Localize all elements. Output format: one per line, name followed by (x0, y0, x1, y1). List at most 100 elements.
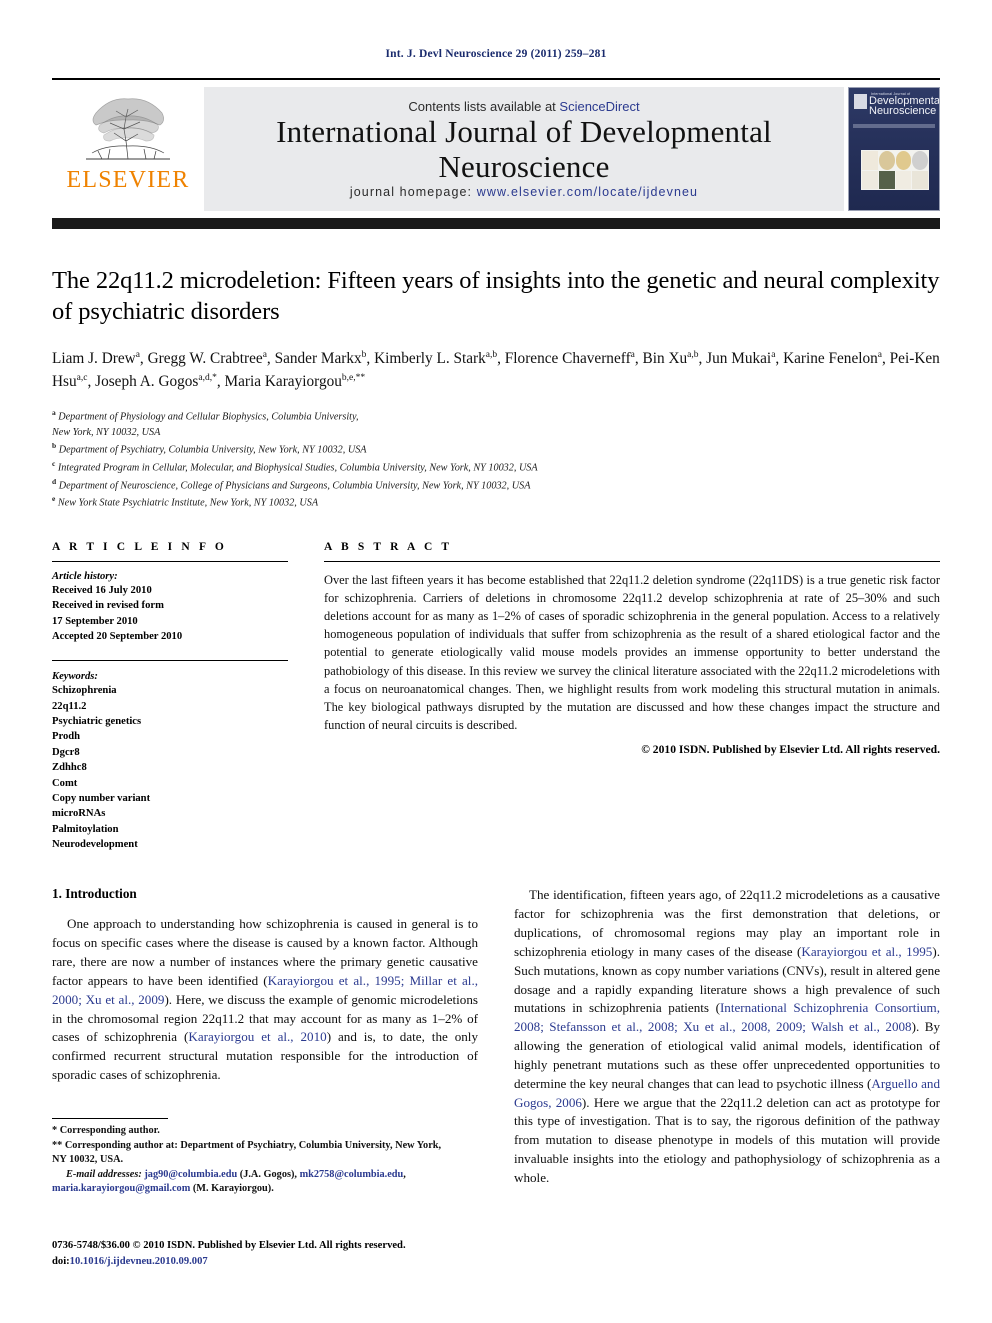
author-affiliation-marker: a (262, 349, 267, 360)
title-block: The 22q11.2 microdeletion: Fifteen years… (52, 265, 940, 393)
footnote-corresponding-author-address: ** Corresponding author at: Department o… (52, 1139, 442, 1166)
affiliation-line: d Department of Neuroscience, College of… (52, 476, 531, 491)
intro-paragraph-right: The identification, fifteen years ago, o… (514, 886, 940, 1188)
journal-masthead: ELSEVIER Contents lists available at Sci… (52, 78, 940, 211)
author-name[interactable]: Kimberly L. Stark (374, 350, 486, 367)
affiliation-line: e New York State Psychiatric Institute, … (52, 494, 319, 509)
page-title: The 22q11.2 microdeletion: Fifteen years… (52, 267, 940, 326)
author-name[interactable]: Bin Xu (643, 350, 688, 367)
author-affiliation-marker: b (361, 349, 367, 360)
author-name[interactable]: Liam J. Drew (52, 350, 136, 367)
footnote-emails: E-mail addresses: jag90@columbia.edu (J.… (52, 1168, 456, 1197)
info-abstract-row: A R T I C L E I N F O Article history: R… (52, 541, 940, 852)
abstract-heading: A B S T R A C T (324, 540, 453, 553)
intro-paragraph-left: One approach to understanding how schizo… (52, 915, 478, 1085)
journal-article-page: Int. J. Devl Neuroscience 29 (2011) 259–… (0, 0, 992, 1323)
footnote-divider (52, 1118, 168, 1119)
contents-prefix: Contents lists available at (408, 99, 560, 114)
email-link-mk2758[interactable]: mk2758@columbia.edu (300, 1169, 404, 1180)
abstract-column: A B S T R A C T Over the last fifteen ye… (324, 541, 940, 852)
affiliation-list: a Department of Physiology and Cellular … (52, 407, 940, 511)
cover-divider (853, 124, 935, 128)
author-affiliation-marker: a (877, 349, 883, 360)
email-link-karayiorgou[interactable]: maria.karayiorgou@gmail.com (52, 1183, 190, 1194)
keyword-item[interactable]: Dgcr8 (52, 745, 288, 760)
article-history-line: 17 September 2010 (52, 615, 138, 627)
author-affiliation-marker: a (135, 349, 140, 360)
doi-prefix: doi: (52, 1255, 70, 1267)
abstract-body-wrap: Over the last fifteen years it has becom… (324, 560, 940, 756)
affiliation-line: c Integrated Program in Cellular, Molecu… (52, 458, 538, 474)
article-history-block: Article history: Received 16 July 2010 Re… (52, 560, 288, 644)
journal-cover-thumbnail[interactable]: International Journal of Developmental N… (848, 87, 940, 211)
keyword-item[interactable]: Copy number variant (52, 791, 288, 806)
abstract-text: Over the last fifteen years it has becom… (324, 572, 940, 732)
cover-header-area: International Journal of Developmental N… (853, 92, 939, 122)
author-affiliation-marker: a,b (485, 349, 498, 360)
homepage-prefix: journal homepage: (349, 185, 477, 199)
cover-figure-grid (861, 150, 929, 190)
contents-available-line: Contents lists available at ScienceDirec… (408, 99, 639, 114)
citation-link[interactable]: Karayiorgou et al., 1995 (801, 944, 932, 959)
article-history-lines: Received 16 July 2010 Received in revised… (52, 583, 288, 644)
doi-link[interactable]: 10.1016/j.ijdevneu.2010.09.007 (70, 1256, 208, 1267)
citation-link[interactable]: Karayiorgou et al., 2010 (188, 1029, 326, 1044)
author-name[interactable]: Karine Fenelon (783, 350, 878, 367)
affiliation-line: b Department of Psychiatry, Columbia Uni… (52, 441, 367, 456)
keyword-item[interactable]: Comt (52, 776, 288, 791)
author-name[interactable]: Florence Chaverneff (505, 350, 631, 367)
author-affiliation-marker: a,b (687, 349, 699, 360)
article-info-column: A R T I C L E I N F O Article history: R… (52, 541, 288, 852)
author-name[interactable]: Joseph A. Gogos (95, 373, 198, 390)
journal-homepage-line: journal homepage: www.elsevier.com/locat… (350, 185, 698, 199)
sciencedirect-link[interactable]: ScienceDirect (559, 99, 639, 114)
abstract-copyright: © 2010 ISDN. Published by Elsevier Ltd. … (641, 742, 940, 756)
article-history-line: Received 16 July 2010 (52, 584, 152, 596)
body-column-right: The identification, fifteen years ago, o… (514, 886, 940, 1188)
author-affiliation-marker: a (630, 349, 635, 360)
journal-cover-container: International Journal of Developmental N… (844, 87, 940, 211)
section-heading-introduction: 1. Introduction (52, 886, 137, 902)
masthead-black-bar (52, 218, 940, 229)
doi-line: doi:10.1016/j.ijdevneu.2010.09.007 (52, 1254, 472, 1270)
author-name[interactable]: Jun Mukai (706, 350, 771, 367)
keyword-item[interactable]: Zdhhc8 (52, 760, 288, 775)
cover-elsevier-badge-icon (854, 94, 867, 109)
issn-line: 0736-5748/$36.00 © 2010 ISDN. Published … (52, 1240, 406, 1251)
keywords-block: Keywords: Schizophrenia 22q11.2 Psychiatri… (52, 660, 288, 852)
keyword-item[interactable]: Prodh (52, 729, 288, 744)
footnote-corresponding-author: * Corresponding author. (52, 1125, 160, 1136)
affiliation-marker: d (52, 476, 57, 486)
cover-title: Developmental Neuroscience (869, 96, 939, 117)
keywords-list: Schizophrenia 22q11.2 Psychiatric genetics… (52, 683, 288, 852)
author-list: Liam J. Drewa, Gregg W. Crabtreea, Sande… (52, 349, 940, 390)
email-owner-gogos: (J.A. Gogos), (237, 1168, 300, 1180)
journal-homepage-link[interactable]: www.elsevier.com/locate/ijdevneu (477, 185, 698, 199)
email-label: E-mail addresses: (66, 1168, 142, 1180)
author-name[interactable]: Sander Markx (275, 350, 362, 367)
journal-title: International Journal of Developmental N… (276, 114, 772, 184)
keyword-item[interactable]: Palmitoylation (52, 822, 288, 837)
keyword-item[interactable]: Psychiatric genetics (52, 714, 288, 729)
author-affiliation-marker: b,e,** (341, 372, 366, 383)
affiliation-line: a Department of Physiology and Cellular … (52, 408, 359, 423)
keywords-label: Keywords: (52, 671, 98, 683)
affiliation-line: New York, NY 10032, USA (52, 426, 161, 438)
affiliation-marker: b (52, 441, 57, 451)
keyword-item[interactable]: 22q11.2 (52, 699, 288, 714)
keyword-item[interactable]: microRNAs (52, 806, 288, 821)
author-affiliation-marker: a (771, 349, 776, 360)
email-owner-karayiorgou: (M. Karayiorgou). (190, 1183, 274, 1195)
author-affiliation-marker: a,d,* (198, 372, 217, 383)
elsevier-wordmark: ELSEVIER (66, 167, 190, 193)
keyword-item[interactable]: Schizophrenia (52, 683, 288, 698)
email-link-gogos[interactable]: jag90@columbia.edu (144, 1169, 237, 1180)
article-history-line: Accepted 20 September 2010 (52, 631, 183, 643)
affiliation-marker: e (52, 494, 56, 504)
author-name[interactable]: Maria Karayiorgou (225, 373, 342, 390)
email-separator: , (403, 1168, 406, 1180)
author-name[interactable]: Gregg W. Crabtree (148, 350, 263, 367)
article-history-line: Received in revised form (52, 600, 164, 612)
imprint-block: 0736-5748/$36.00 © 2010 ISDN. Published … (52, 1238, 472, 1270)
keyword-item[interactable]: Neurodevelopment (52, 837, 288, 852)
